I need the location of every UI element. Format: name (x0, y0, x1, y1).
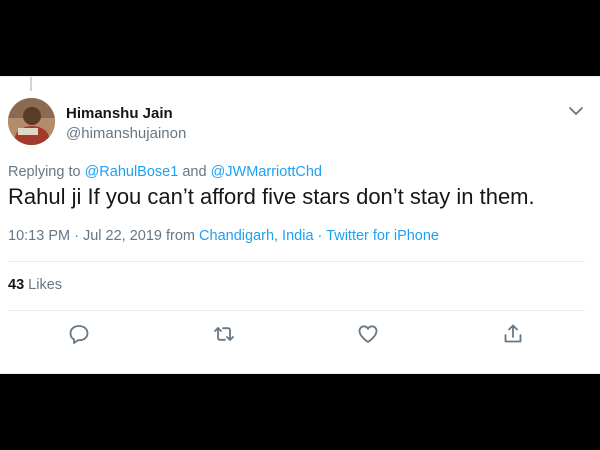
likes-count: 43 (8, 277, 25, 293)
mention-jwmarriott[interactable]: @JWMarriottChd (211, 164, 322, 180)
tweet-meta: 10:13 PM · Jul 22, 2019 from Chandigarh,… (8, 228, 439, 244)
location-link[interactable]: Chandigarh, India (199, 228, 313, 244)
mention-rahulbose[interactable]: @RahulBose1 (85, 164, 179, 180)
tweet-card: Himanshu Jain @himanshujainon Replying t… (0, 76, 600, 374)
replying-prefix: Replying to (8, 164, 81, 180)
chevron-down-icon[interactable] (566, 103, 586, 119)
user-handle[interactable]: @himanshujainon (66, 125, 186, 142)
likes-label: Likes (28, 277, 63, 293)
tweet-timestamp[interactable]: 10:13 PM · Jul 22, 2019 from (8, 228, 195, 244)
avatar[interactable] (8, 98, 55, 145)
replying-joiner: and (182, 164, 207, 180)
likes-stat[interactable]: 43 Likes (8, 277, 62, 293)
heart-icon[interactable] (356, 322, 380, 346)
user-name[interactable]: Himanshu Jain (66, 105, 173, 122)
source-link[interactable]: Twitter for iPhone (326, 228, 439, 244)
divider (8, 261, 585, 262)
reply-icon[interactable] (67, 322, 91, 346)
divider (8, 310, 585, 311)
tweet-text: Rahul ji If you can’t afford five stars … (8, 184, 535, 209)
thread-line (30, 77, 32, 91)
retweet-icon[interactable] (212, 322, 236, 346)
meta-separator: · (317, 228, 323, 244)
replying-to-line: Replying to @RahulBose1 and @JWMarriottC… (8, 164, 322, 180)
share-icon[interactable] (501, 322, 525, 346)
